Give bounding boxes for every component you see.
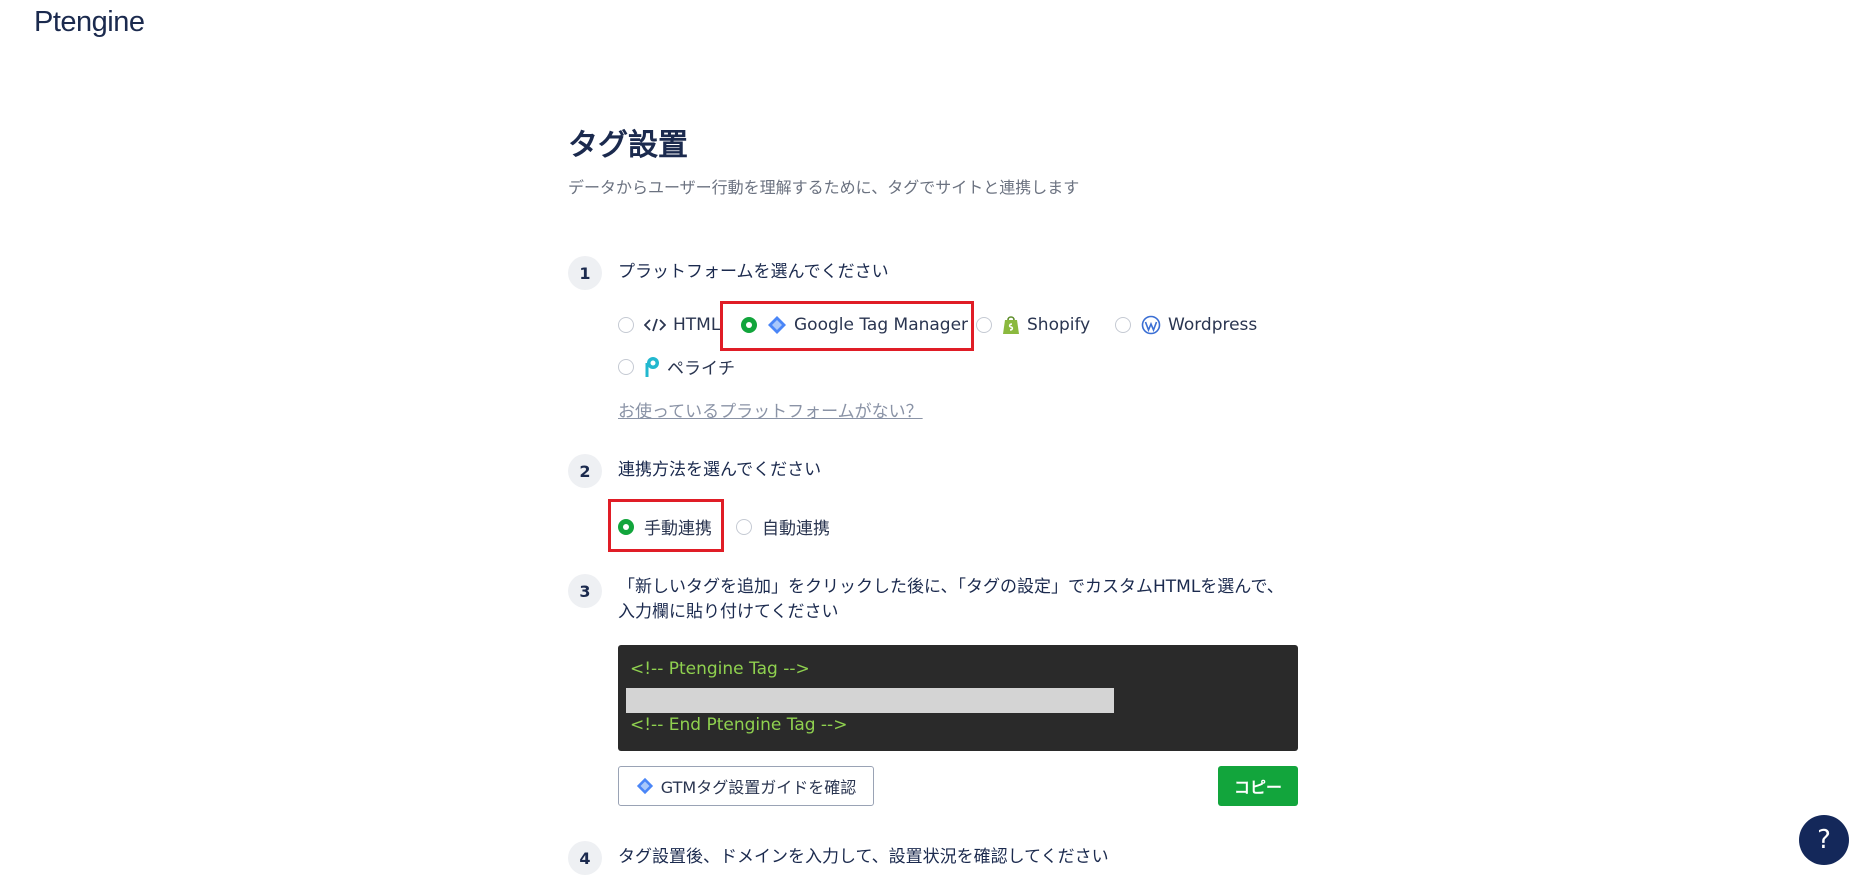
missing-platform-link[interactable]: お使っているプラットフォームがない？ — [618, 397, 923, 422]
method-label-auto: 自動連携 — [762, 519, 830, 539]
step-number-2: 2 — [568, 454, 602, 488]
step-number-4: 4 — [568, 841, 602, 875]
radio-peraichi[interactable] — [618, 358, 634, 375]
platform-option-shopify[interactable]: Shopify — [976, 315, 1090, 335]
step-title-1: プラットフォームを選んでください — [618, 262, 889, 282]
platform-label-html: HTML — [673, 315, 721, 335]
radio-shopify[interactable] — [976, 317, 992, 333]
wordpress-icon — [1141, 315, 1161, 335]
method-option-auto[interactable]: 自動連携 — [736, 514, 830, 539]
copy-button[interactable]: コピー — [1218, 766, 1298, 806]
gtm-highlight-box — [720, 301, 974, 351]
tag-code-block[interactable]: <!-- Ptengine Tag --> <!-- End Ptengine … — [618, 645, 1298, 751]
shopify-icon — [1002, 315, 1020, 335]
platform-label-peraichi: ペライチ — [667, 359, 735, 379]
radio-wordpress[interactable] — [1115, 317, 1131, 333]
radio-auto[interactable] — [736, 518, 752, 535]
code-redacted-line — [626, 688, 1114, 713]
step-title-4: タグ設置後、ドメインを入力して、設置状況を確認してください — [618, 847, 1109, 867]
step-title-2: 連携方法を選んでください — [618, 460, 822, 480]
manual-highlight-box — [608, 499, 724, 552]
platform-label-wordpress: Wordpress — [1168, 315, 1258, 335]
ptengine-logo[interactable]: Ptengine — [34, 6, 145, 39]
gtm-guide-label: GTMタグ設置ガイドを確認 — [660, 778, 857, 797]
step-number-3: 3 — [568, 574, 602, 608]
radio-html[interactable] — [618, 317, 634, 333]
platform-option-html[interactable]: HTML — [618, 315, 720, 335]
platform-label-shopify: Shopify — [1027, 315, 1091, 335]
help-button[interactable]: ? — [1799, 815, 1849, 865]
peraichi-icon — [644, 356, 660, 378]
gtm-guide-button[interactable]: GTMタグ設置ガイドを確認 — [618, 766, 874, 806]
step-title-3: 「新しいタグを追加」をクリックした後に、「タグの設定」でカスタムHTMLを選んで… — [618, 577, 1284, 622]
code-line-start: <!-- Ptengine Tag --> — [630, 659, 810, 679]
page-subtitle: データからユーザー行動を理解するために、タグでサイトと連携します — [568, 178, 1080, 197]
code-icon — [644, 318, 666, 332]
platform-option-wordpress[interactable]: Wordpress — [1115, 315, 1257, 335]
code-line-end: <!-- End Ptengine Tag --> — [630, 715, 848, 735]
gtm-icon — [636, 777, 654, 795]
platform-option-peraichi[interactable]: ペライチ — [618, 354, 735, 379]
step-number-1: 1 — [568, 256, 602, 290]
page-title: タグ設置 — [568, 128, 688, 163]
